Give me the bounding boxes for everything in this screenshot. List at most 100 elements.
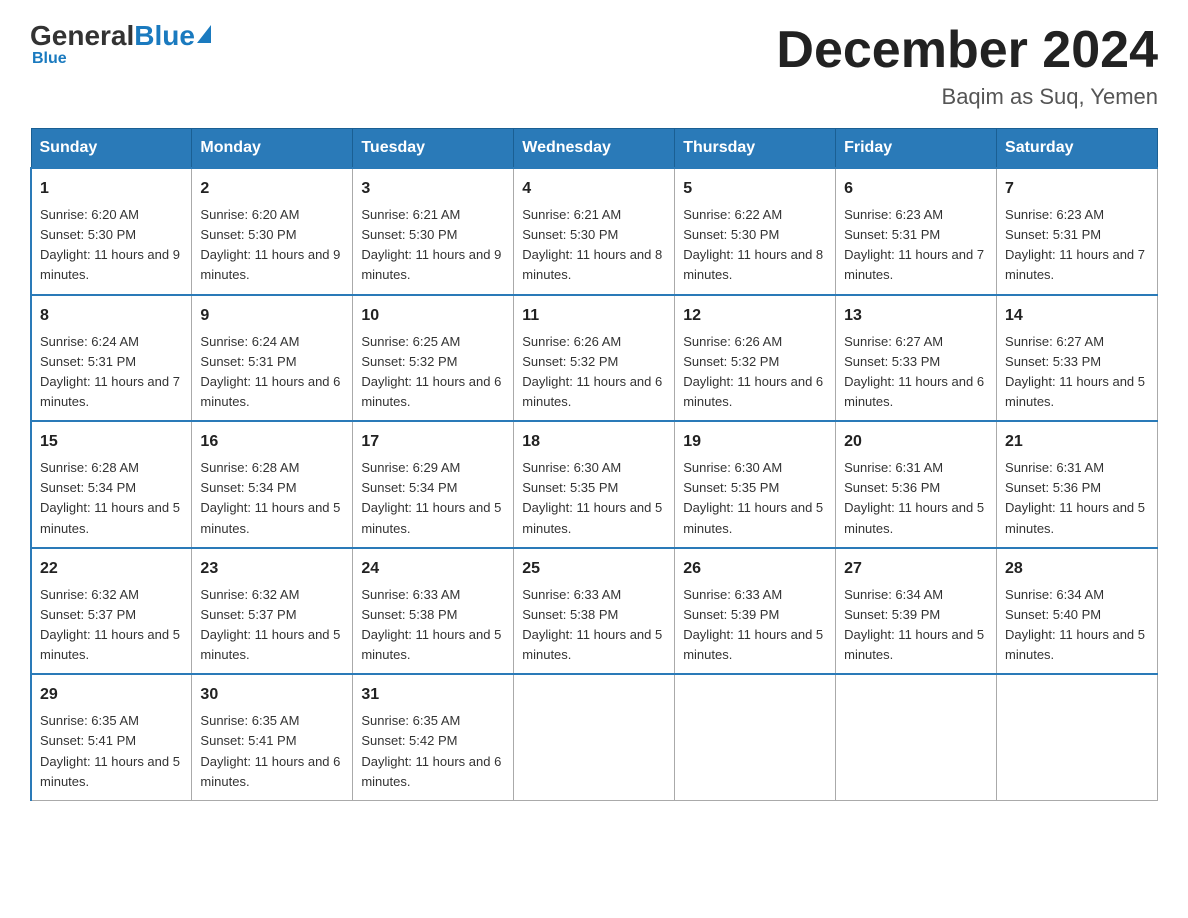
table-row: 15 Sunrise: 6:28 AMSunset: 5:34 PMDayligh… bbox=[31, 421, 192, 548]
table-row: 20Sunrise: 6:31 AMSunset: 5:36 PMDayligh… bbox=[836, 421, 997, 548]
day-info: Sunrise: 6:35 AMSunset: 5:42 PMDaylight:… bbox=[361, 713, 501, 788]
col-tuesday: Tuesday bbox=[353, 129, 514, 169]
table-row: 25 Sunrise: 6:33 AMSunset: 5:38 PMDayligh… bbox=[514, 548, 675, 675]
day-info: Sunrise: 6:33 AMSunset: 5:38 PMDaylight:… bbox=[361, 587, 501, 662]
calendar-table: Sunday Monday Tuesday Wednesday Thursday… bbox=[30, 128, 1158, 801]
day-number: 10 bbox=[361, 304, 505, 328]
day-info: Sunrise: 6:27 AMSunset: 5:33 PMDaylight:… bbox=[844, 334, 984, 409]
day-number: 24 bbox=[361, 557, 505, 581]
day-info: Sunrise: 6:34 AMSunset: 5:39 PMDaylight:… bbox=[844, 587, 984, 662]
day-info: Sunrise: 6:29 AMSunset: 5:34 PMDaylight:… bbox=[361, 460, 501, 535]
calendar-week-row: 22Sunrise: 6:32 AMSunset: 5:37 PMDayligh… bbox=[31, 548, 1158, 675]
logo-blue-text: Blue bbox=[134, 20, 195, 52]
table-row: 23 Sunrise: 6:32 AMSunset: 5:37 PMDayligh… bbox=[192, 548, 353, 675]
table-row: 30 Sunrise: 6:35 AMSunset: 5:41 PMDayligh… bbox=[192, 674, 353, 800]
day-number: 27 bbox=[844, 557, 988, 581]
calendar-week-row: 1 Sunrise: 6:20 AMSunset: 5:30 PMDaylight… bbox=[31, 168, 1158, 295]
day-number: 6 bbox=[844, 177, 988, 201]
table-row: 28Sunrise: 6:34 AMSunset: 5:40 PMDayligh… bbox=[997, 548, 1158, 675]
table-row bbox=[836, 674, 997, 800]
day-info: Sunrise: 6:35 AMSunset: 5:41 PMDaylight:… bbox=[200, 713, 340, 788]
day-info: Sunrise: 6:27 AMSunset: 5:33 PMDaylight:… bbox=[1005, 334, 1145, 409]
table-row: 7Sunrise: 6:23 AMSunset: 5:31 PMDaylight… bbox=[997, 168, 1158, 295]
day-info: Sunrise: 6:28 AMSunset: 5:34 PMDaylight:… bbox=[200, 460, 340, 535]
day-number: 26 bbox=[683, 557, 827, 581]
day-number: 18 bbox=[522, 430, 666, 454]
day-number: 3 bbox=[361, 177, 505, 201]
table-row bbox=[514, 674, 675, 800]
day-number: 14 bbox=[1005, 304, 1149, 328]
table-row: 27 Sunrise: 6:34 AMSunset: 5:39 PMDayligh… bbox=[836, 548, 997, 675]
col-monday: Monday bbox=[192, 129, 353, 169]
location-subtitle: Baqim as Suq, Yemen bbox=[776, 84, 1158, 110]
col-wednesday: Wednesday bbox=[514, 129, 675, 169]
day-number: 11 bbox=[522, 304, 666, 328]
day-info: Sunrise: 6:20 AMSunset: 5:30 PMDaylight:… bbox=[40, 207, 180, 282]
day-number: 12 bbox=[683, 304, 827, 328]
day-info: Sunrise: 6:26 AMSunset: 5:32 PMDaylight:… bbox=[683, 334, 823, 409]
day-info: Sunrise: 6:24 AMSunset: 5:31 PMDaylight:… bbox=[40, 334, 180, 409]
calendar-week-row: 8 Sunrise: 6:24 AMSunset: 5:31 PMDaylight… bbox=[31, 295, 1158, 422]
header: General Blue Blue December 2024 Baqim as… bbox=[30, 20, 1158, 110]
day-number: 28 bbox=[1005, 557, 1149, 581]
day-info: Sunrise: 6:31 AMSunset: 5:36 PMDaylight:… bbox=[1005, 460, 1145, 535]
table-row: 6 Sunrise: 6:23 AMSunset: 5:31 PMDaylight… bbox=[836, 168, 997, 295]
day-info: Sunrise: 6:30 AMSunset: 5:35 PMDaylight:… bbox=[683, 460, 823, 535]
calendar-week-row: 15 Sunrise: 6:28 AMSunset: 5:34 PMDayligh… bbox=[31, 421, 1158, 548]
day-number: 20 bbox=[844, 430, 988, 454]
table-row: 8 Sunrise: 6:24 AMSunset: 5:31 PMDaylight… bbox=[31, 295, 192, 422]
logo: General Blue bbox=[30, 20, 211, 52]
table-row: 21 Sunrise: 6:31 AMSunset: 5:36 PMDayligh… bbox=[997, 421, 1158, 548]
col-thursday: Thursday bbox=[675, 129, 836, 169]
day-number: 7 bbox=[1005, 177, 1149, 201]
main-title: December 2024 bbox=[776, 20, 1158, 80]
table-row: 13Sunrise: 6:27 AMSunset: 5:33 PMDayligh… bbox=[836, 295, 997, 422]
calendar-week-row: 29 Sunrise: 6:35 AMSunset: 5:41 PMDayligh… bbox=[31, 674, 1158, 800]
table-row: 16 Sunrise: 6:28 AMSunset: 5:34 PMDayligh… bbox=[192, 421, 353, 548]
table-row: 17Sunrise: 6:29 AMSunset: 5:34 PMDayligh… bbox=[353, 421, 514, 548]
day-info: Sunrise: 6:33 AMSunset: 5:39 PMDaylight:… bbox=[683, 587, 823, 662]
day-info: Sunrise: 6:26 AMSunset: 5:32 PMDaylight:… bbox=[522, 334, 662, 409]
day-info: Sunrise: 6:33 AMSunset: 5:38 PMDaylight:… bbox=[522, 587, 662, 662]
day-number: 25 bbox=[522, 557, 666, 581]
table-row: 24 Sunrise: 6:33 AMSunset: 5:38 PMDayligh… bbox=[353, 548, 514, 675]
day-number: 19 bbox=[683, 430, 827, 454]
title-area: December 2024 Baqim as Suq, Yemen bbox=[776, 20, 1158, 110]
table-row bbox=[997, 674, 1158, 800]
day-info: Sunrise: 6:35 AMSunset: 5:41 PMDaylight:… bbox=[40, 713, 180, 788]
day-number: 1 bbox=[40, 177, 183, 201]
day-number: 31 bbox=[361, 683, 505, 707]
logo-subtitle: Blue bbox=[32, 50, 67, 68]
day-number: 21 bbox=[1005, 430, 1149, 454]
table-row: 19 Sunrise: 6:30 AMSunset: 5:35 PMDayligh… bbox=[675, 421, 836, 548]
logo-area: General Blue Blue bbox=[30, 20, 211, 68]
day-info: Sunrise: 6:23 AMSunset: 5:31 PMDaylight:… bbox=[844, 207, 984, 282]
table-row: 29 Sunrise: 6:35 AMSunset: 5:41 PMDayligh… bbox=[31, 674, 192, 800]
day-number: 2 bbox=[200, 177, 344, 201]
day-info: Sunrise: 6:32 AMSunset: 5:37 PMDaylight:… bbox=[40, 587, 180, 662]
day-number: 16 bbox=[200, 430, 344, 454]
day-number: 9 bbox=[200, 304, 344, 328]
day-number: 15 bbox=[40, 430, 183, 454]
col-saturday: Saturday bbox=[997, 129, 1158, 169]
table-row: 22Sunrise: 6:32 AMSunset: 5:37 PMDayligh… bbox=[31, 548, 192, 675]
table-row: 5Sunrise: 6:22 AMSunset: 5:30 PMDaylight… bbox=[675, 168, 836, 295]
day-number: 29 bbox=[40, 683, 183, 707]
table-row: 18 Sunrise: 6:30 AMSunset: 5:35 PMDayligh… bbox=[514, 421, 675, 548]
day-number: 8 bbox=[40, 304, 183, 328]
logo-blue-part: Blue bbox=[134, 20, 211, 52]
day-info: Sunrise: 6:20 AMSunset: 5:30 PMDaylight:… bbox=[200, 207, 340, 282]
day-info: Sunrise: 6:22 AMSunset: 5:30 PMDaylight:… bbox=[683, 207, 823, 282]
day-number: 4 bbox=[522, 177, 666, 201]
col-sunday: Sunday bbox=[31, 129, 192, 169]
day-info: Sunrise: 6:32 AMSunset: 5:37 PMDaylight:… bbox=[200, 587, 340, 662]
day-info: Sunrise: 6:30 AMSunset: 5:35 PMDaylight:… bbox=[522, 460, 662, 535]
table-row: 11 Sunrise: 6:26 AMSunset: 5:32 PMDayligh… bbox=[514, 295, 675, 422]
day-number: 23 bbox=[200, 557, 344, 581]
day-info: Sunrise: 6:28 AMSunset: 5:34 PMDaylight:… bbox=[40, 460, 180, 535]
table-row bbox=[675, 674, 836, 800]
day-info: Sunrise: 6:21 AMSunset: 5:30 PMDaylight:… bbox=[361, 207, 501, 282]
day-number: 30 bbox=[200, 683, 344, 707]
logo-general-text: General bbox=[30, 20, 134, 52]
day-info: Sunrise: 6:21 AMSunset: 5:30 PMDaylight:… bbox=[522, 207, 662, 282]
